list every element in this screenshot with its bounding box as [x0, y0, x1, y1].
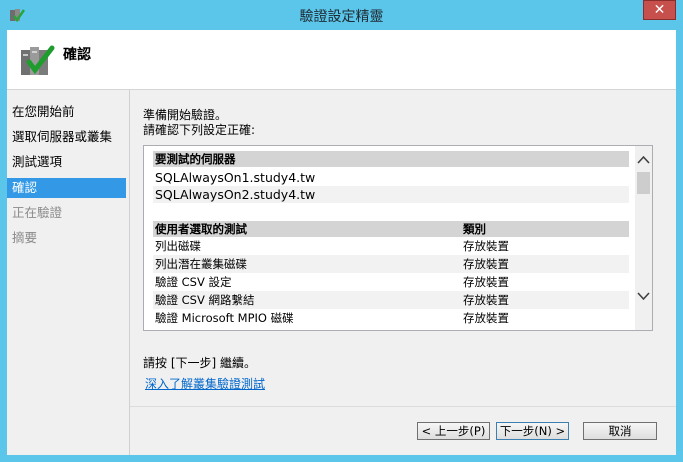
- server-row: SQLAlwaysOn1.study4.tw: [155, 170, 316, 185]
- nav-step-before-you-begin[interactable]: 在您開始前: [7, 102, 126, 122]
- wizard-body: 確認 在您開始前 選取伺服器或叢集 測試選項 確認 正在驗證 摘要 準備開始驗證…: [7, 30, 676, 455]
- learn-more-link[interactable]: 深入了解叢集驗證測試: [145, 375, 265, 392]
- test-name: 驗證 CSV 網路繫結: [155, 293, 255, 307]
- test-name: 驗證 CSV 設定: [155, 275, 232, 289]
- server-row: SQLAlwaysOn2.study4.tw: [153, 186, 629, 203]
- test-category: 存放裝置: [463, 239, 509, 253]
- next-button[interactable]: 下一步(N) >: [496, 422, 569, 440]
- test-row: 驗證 CSV 網路繫結 存放裝置: [153, 291, 629, 309]
- server-check-icon: [21, 45, 55, 75]
- nav-step-validating: 正在驗證: [12, 205, 63, 220]
- settings-list[interactable]: 要測試的伺服器 SQLAlwaysOn1.study4.tw SQLAlways…: [143, 145, 653, 331]
- confirmation-pane: 準備開始驗證。 請確認下列設定正確: 要測試的伺服器 SQLAlwaysOn1.…: [130, 90, 676, 455]
- test-row: 列出潛在叢集磁碟 存放裝置: [153, 255, 629, 273]
- test-category: 存放裝置: [463, 311, 509, 325]
- tests-group-header: 使用者選取的測試 類別: [153, 221, 629, 237]
- test-row: 驗證 Microsoft MPIO 磁碟 存放裝置: [153, 309, 629, 327]
- nav-step-summary: 摘要: [12, 230, 38, 245]
- nav-step-confirmation[interactable]: 確認: [7, 178, 126, 198]
- test-row: 列出磁碟 存放裝置: [153, 237, 629, 255]
- tests-column-header: 使用者選取的測試: [155, 222, 247, 236]
- wizard-window: 驗證設定精靈 ✕ 確認 在您開始前 選取伺服器或叢集 測試選項 確認 正在驗證 …: [0, 0, 683, 462]
- servers-group-header: 要測試的伺服器: [153, 151, 629, 167]
- intro-text-2: 請確認下列設定正確:: [143, 123, 256, 137]
- back-button[interactable]: < 上一步(P): [417, 422, 490, 440]
- test-name: 驗證 Microsoft MPIO 磁碟: [155, 311, 294, 325]
- test-category: 存放裝置: [463, 257, 509, 271]
- test-category: 存放裝置: [463, 275, 509, 289]
- close-button[interactable]: ✕: [643, 0, 676, 20]
- title-bar[interactable]: 驗證設定精靈 ✕: [0, 0, 683, 30]
- nav-step-select-servers[interactable]: 選取伺服器或叢集: [7, 127, 126, 147]
- category-column-header: 類別: [463, 222, 486, 236]
- test-name: 列出潛在叢集磁碟: [155, 257, 247, 271]
- cancel-button[interactable]: 取消: [583, 422, 657, 440]
- chevron-up-icon[interactable]: [635, 152, 652, 168]
- wizard-header: 確認: [7, 30, 676, 90]
- scrollbar-thumb[interactable]: [637, 172, 650, 194]
- test-row: 驗證 CSV 設定 存放裝置: [153, 273, 629, 291]
- test-name: 列出磁碟: [155, 239, 201, 253]
- chevron-down-icon[interactable]: [635, 288, 652, 304]
- window-title: 驗證設定精靈: [299, 9, 384, 25]
- test-category: 存放裝置: [463, 293, 509, 307]
- wizard-steps: 在您開始前 選取伺服器或叢集 測試選項 確認 正在驗證 摘要: [7, 90, 129, 455]
- button-divider: [130, 406, 676, 407]
- vertical-scrollbar[interactable]: [635, 146, 652, 330]
- nav-step-test-options[interactable]: 測試選項: [7, 152, 126, 172]
- page-title: 確認: [63, 47, 91, 63]
- next-hint: 請按 [下一步] 繼續。: [143, 356, 256, 370]
